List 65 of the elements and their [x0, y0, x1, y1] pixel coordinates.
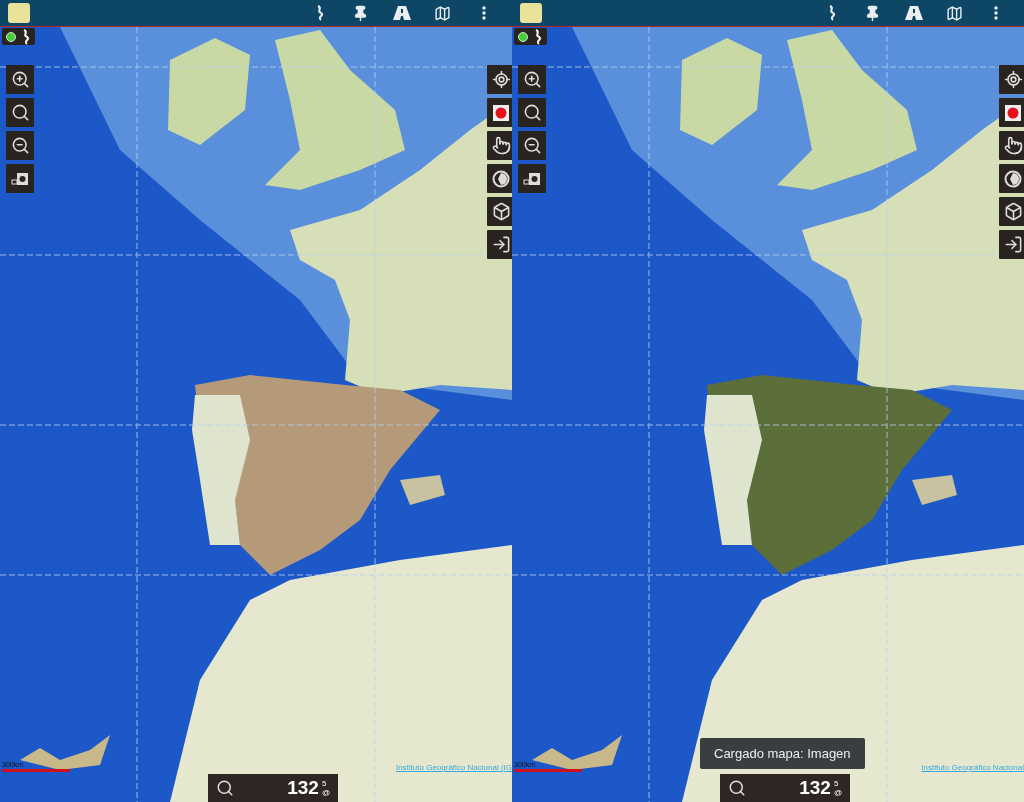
record-button[interactable] [999, 98, 1024, 127]
record-icon [1004, 103, 1022, 122]
cube-icon [491, 202, 511, 221]
zoom-reset-button[interactable] [518, 98, 546, 127]
hand-icon [1003, 136, 1023, 155]
map-icon [434, 4, 451, 22]
compass-button[interactable] [487, 164, 512, 193]
scale-bar [514, 769, 582, 772]
exit-button[interactable] [487, 230, 512, 259]
zoom-sub-label: @ [833, 788, 842, 797]
zoom-in-button[interactable] [6, 65, 34, 94]
zoom-out-icon [10, 136, 30, 155]
compass-icon [1004, 169, 1022, 188]
zoom-reset-icon [522, 103, 542, 122]
search-icon [216, 779, 234, 797]
zoom-sup-label: 5 [321, 779, 328, 788]
zoom-out-icon [522, 136, 542, 155]
camera-button[interactable] [6, 164, 34, 193]
pin-icon [864, 4, 881, 22]
locate-button[interactable] [999, 65, 1024, 94]
zoom-reset-button[interactable] [6, 98, 34, 127]
zoom-in-icon [10, 70, 30, 89]
road-icon [391, 5, 412, 21]
touch-button[interactable] [999, 131, 1024, 160]
exit-button[interactable] [999, 230, 1024, 259]
zoom-in-button[interactable] [518, 65, 546, 94]
toast-message: Cargado mapa: Imagen [700, 738, 865, 769]
menu-icon [993, 6, 998, 20]
status-dot-icon [518, 31, 528, 42]
zoom-level-value: 132 [799, 777, 831, 799]
cube-icon [1003, 202, 1023, 221]
menu-icon [481, 6, 486, 20]
zoom-sup-label: 5 [833, 779, 840, 788]
pin-icon [352, 4, 369, 22]
search-icon [728, 779, 746, 797]
zoom-in-icon [522, 70, 542, 89]
locate-button[interactable] [487, 65, 512, 94]
zoom-out-button[interactable] [6, 131, 34, 160]
compass-button[interactable] [999, 164, 1024, 193]
cube-button[interactable] [999, 197, 1024, 226]
cube-button[interactable] [487, 197, 512, 226]
route-icon [533, 28, 543, 45]
record-button[interactable] [487, 98, 512, 127]
zoom-reset-icon [10, 103, 30, 122]
camera-icon [523, 171, 541, 186]
zoom-sub-label: @ [321, 788, 330, 797]
scale-bar [2, 769, 70, 772]
status-dot-icon [6, 31, 16, 42]
exit-icon [1003, 235, 1023, 254]
road-icon [903, 5, 924, 21]
gps-status-chip[interactable] [514, 28, 547, 45]
exit-icon [491, 235, 511, 254]
compass-icon [492, 169, 510, 188]
map-icon [946, 4, 963, 22]
route-icon [21, 28, 31, 45]
camera-icon [11, 171, 29, 186]
zoom-out-button[interactable] [518, 131, 546, 160]
touch-button[interactable] [487, 131, 512, 160]
crosshair-icon [491, 70, 511, 89]
camera-button[interactable] [518, 164, 546, 193]
crosshair-icon [1003, 70, 1023, 89]
record-icon [492, 103, 510, 122]
zoom-level-value: 132 [287, 777, 319, 799]
hand-icon [491, 136, 511, 155]
gps-status-chip[interactable] [2, 28, 35, 45]
